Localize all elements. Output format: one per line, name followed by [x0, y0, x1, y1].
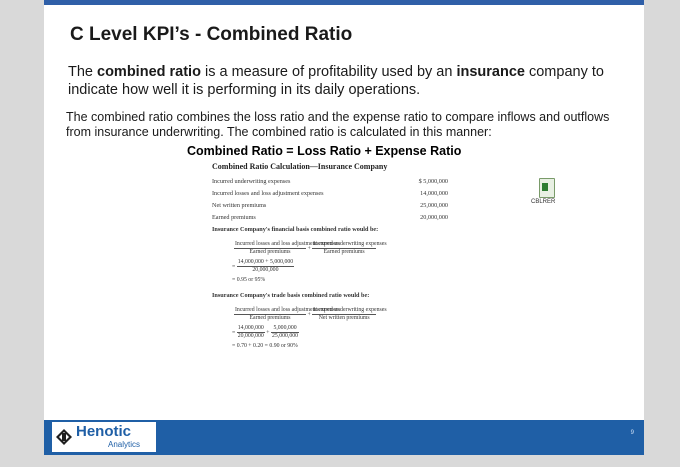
- calc-row: Earned premiums 20,000,000: [212, 211, 452, 223]
- fraction-numerator: Incurred underwriting expenses: [312, 307, 387, 316]
- fraction-numerator: 5,000,000: [270, 325, 300, 334]
- financial-result: = 0.95 or 95%: [232, 277, 266, 284]
- financial-basis-heading: Insurance Company's financial basis comb…: [212, 226, 379, 234]
- intro-paragraph: The combined ratio is a measure of profi…: [68, 63, 628, 99]
- fraction: Incurred underwriting expenses Net writt…: [312, 307, 387, 322]
- fraction-denominator: Earned premiums: [323, 249, 365, 256]
- fraction-denominator: Net written premiums: [318, 315, 370, 322]
- fraction-denominator: Earned premiums: [249, 249, 291, 256]
- slide-title: C Level KPI’s - Combined Ratio: [70, 24, 353, 45]
- calc-row-value: $ 5,000,000: [418, 178, 448, 186]
- intro-text-2: is a measure of profitability used by an: [200, 64, 457, 80]
- fraction: 5,000,000 25,000,000: [270, 325, 300, 340]
- slide: C Level KPI’s - Combined Ratio The combi…: [44, 0, 644, 455]
- explanation-paragraph: The combined ratio combines the loss rat…: [66, 110, 610, 139]
- calc-row: Incurred underwriting expenses $ 5,000,0…: [212, 176, 452, 188]
- attachment-caption[interactable]: CBLRER: [531, 199, 555, 205]
- fraction-denominator: 25,000,000: [271, 333, 299, 340]
- intro-bold-2: insurance: [456, 64, 525, 80]
- calculation-image: Combined Ratio Calculation—Insurance Com…: [212, 162, 452, 350]
- fraction-numerator: Incurred losses and loss adjustment expe…: [234, 307, 340, 316]
- fraction: Incurred losses and loss adjustment expe…: [234, 241, 340, 256]
- spreadsheet-icon[interactable]: [539, 178, 555, 198]
- calc-row: Incurred losses and loss adjustment expe…: [212, 188, 452, 200]
- calc-title: Combined Ratio Calculation—Insurance Com…: [212, 162, 388, 171]
- fraction-numerator: Incurred underwriting expenses: [312, 241, 387, 250]
- fraction-numerator: 14,000,000 + 5,000,000: [236, 259, 295, 268]
- fraction-numerator: 14,000,000: [236, 325, 265, 334]
- calc-row-label: Incurred underwriting expenses: [212, 178, 291, 186]
- calc-row-label: Earned premiums: [212, 213, 256, 221]
- logo: Henotic Analytics: [52, 422, 156, 452]
- calc-row: Net written premiums 25,000,000: [212, 200, 452, 212]
- logo-subtitle: Analytics: [108, 440, 141, 449]
- calc-row-label: Net written premiums: [212, 201, 267, 209]
- fraction-denominator: 20,000,000: [237, 333, 264, 340]
- fraction: Incurred underwriting expenses Earned pr…: [312, 241, 387, 256]
- top-rule: [44, 0, 644, 5]
- fraction-denominator: 20,000,000: [252, 267, 279, 274]
- trade-result: = 0.70 + 0.20 = 0.90 or 90%: [232, 343, 298, 350]
- trade-basis-heading: Insurance Company's trade basis combined…: [212, 292, 370, 300]
- fraction-denominator: Earned premiums: [249, 315, 291, 322]
- logo-mark-icon: [56, 429, 72, 445]
- fraction: Incurred losses and loss adjustment expe…: [234, 307, 340, 322]
- calc-row-value: 14,000,000: [420, 190, 448, 198]
- fraction: 14,000,000 + 5,000,000 20,000,000: [236, 259, 295, 274]
- logo-brand: Henotic: [76, 423, 132, 440]
- calc-row-value: 20,000,000: [420, 213, 448, 221]
- trade-equation: Incurred losses and loss adjustment expe…: [212, 307, 452, 350]
- calc-row-label: Incurred losses and loss adjustment expe…: [212, 190, 324, 198]
- page-number: 9: [630, 430, 634, 436]
- calc-row-value: 25,000,000: [420, 201, 448, 209]
- fraction: 14,000,000 20,000,000: [236, 325, 265, 340]
- fraction-numerator: Incurred losses and loss adjustment expe…: [234, 241, 340, 250]
- intro-bold-1: combined ratio: [97, 64, 201, 80]
- footer-bar: Henotic Analytics 9: [44, 420, 644, 455]
- financial-equation: Incurred losses and loss adjustment expe…: [212, 241, 452, 284]
- intro-text-1: The: [68, 64, 98, 80]
- formula-heading: Combined Ratio = Loss Ratio + Expense Ra…: [187, 144, 462, 158]
